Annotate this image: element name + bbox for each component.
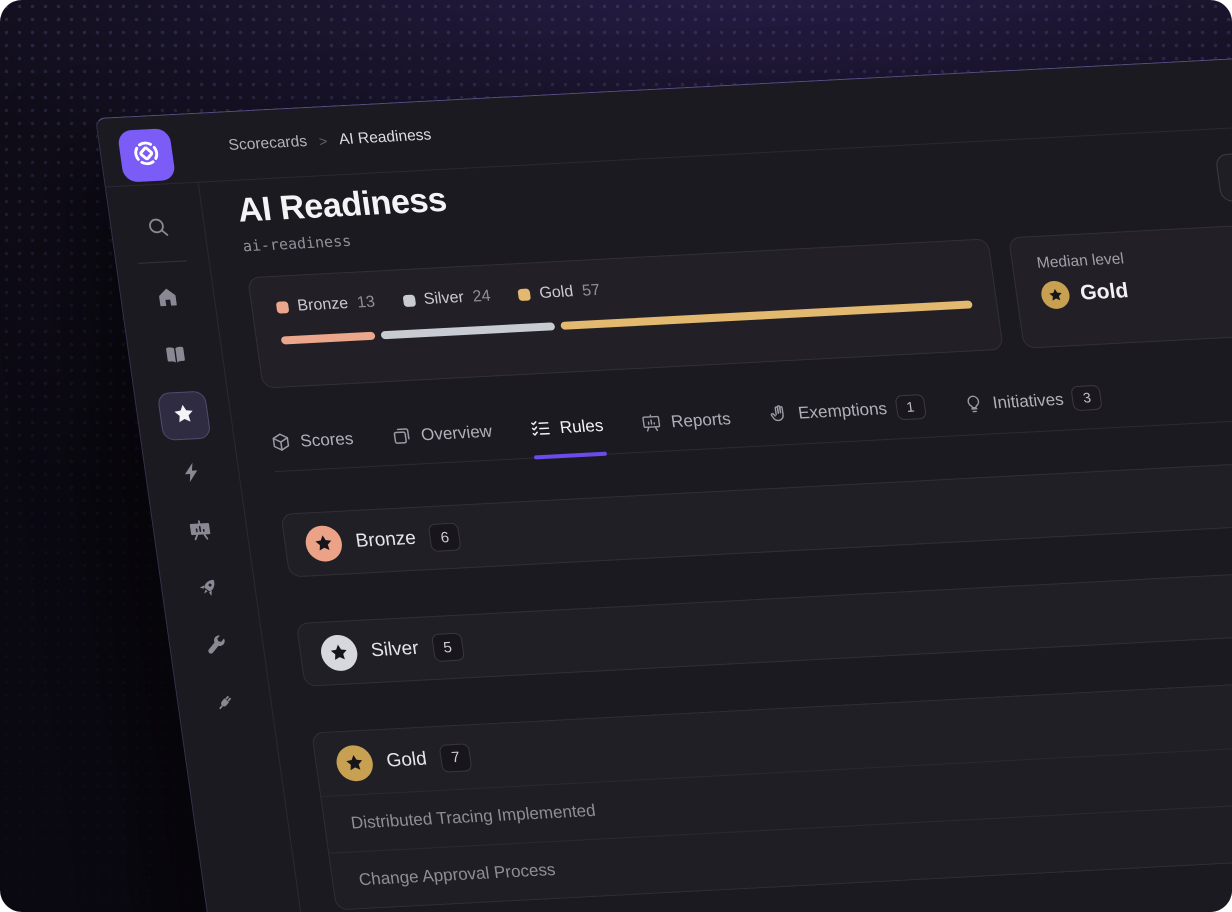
star-icon — [170, 401, 198, 431]
level-rule-count-badge: 7 — [439, 743, 473, 772]
zap-icon — [178, 459, 206, 489]
level-medal-icon — [303, 525, 344, 563]
level-medal-icon — [319, 634, 360, 672]
sidebar-item-wrench[interactable] — [190, 623, 242, 671]
gold-medal-icon — [1040, 280, 1072, 309]
bar-segment-bronze — [281, 332, 376, 345]
logo-mark-icon — [127, 135, 166, 176]
sidebar-item-zap[interactable] — [166, 450, 218, 498]
sidebar-item-star[interactable] — [157, 391, 212, 441]
tab-count-badge: 1 — [894, 394, 926, 420]
sidebar-item-book[interactable] — [150, 333, 202, 381]
legend-swatch — [518, 288, 532, 301]
main-content: AI Readiness ai-readiness Bronze 13 Silv… — [198, 108, 1232, 912]
book-icon — [162, 342, 190, 372]
level-rule-count-badge: 6 — [428, 523, 462, 552]
breadcrumb-separator-icon: > — [318, 133, 328, 149]
wrench-icon — [203, 632, 231, 662]
tab-overview[interactable]: Overview — [390, 421, 496, 465]
bar-segment-gold — [560, 300, 973, 330]
breadcrumb-section[interactable]: Scorecards — [227, 133, 308, 155]
bar-segment-silver — [381, 322, 555, 339]
search-icon — [144, 214, 172, 244]
tab-reports[interactable]: Reports — [640, 408, 735, 451]
hand-icon — [767, 403, 791, 425]
plug-icon — [211, 690, 239, 720]
breadcrumb-current: AI Readiness — [338, 126, 433, 149]
rocket-icon — [195, 575, 223, 605]
breadcrumb: Scorecards > AI Readiness — [224, 102, 436, 180]
cube-icon — [269, 431, 293, 453]
bulb-icon — [961, 393, 985, 415]
tab-rules[interactable]: Rules — [528, 415, 607, 458]
squares-icon — [390, 425, 414, 447]
median-level-label: Median level — [1036, 232, 1232, 272]
level-distribution-card: Bronze 13 Silver 24 Gold 57 — [247, 238, 1004, 388]
checklist-icon — [528, 418, 552, 440]
rules-levels-list: Bronze 6 Silver 5 Gold 7 Distributed Tra… — [280, 448, 1232, 911]
sidebar-divider — [139, 260, 187, 264]
search-button[interactable] — [132, 205, 184, 253]
marketing-backdrop: Scorecards > AI Readiness AI Readiness a… — [0, 0, 1232, 912]
sidebar-item-home[interactable] — [142, 275, 194, 323]
tab-exemptions[interactable]: Exemptions 1 — [766, 394, 929, 445]
level-rule-count-badge: 5 — [431, 633, 465, 662]
legend-item-gold: Gold 57 — [517, 282, 601, 304]
presentation-icon — [186, 517, 214, 547]
home-icon — [154, 284, 182, 314]
legend-item-bronze: Bronze 13 — [275, 294, 376, 317]
tab-initiatives[interactable]: Initiatives 3 — [961, 385, 1106, 435]
presentation-line-icon — [640, 412, 664, 434]
app-window: Scorecards > AI Readiness AI Readiness a… — [95, 39, 1232, 912]
legend-swatch — [402, 295, 416, 308]
median-level-value: Gold — [1079, 279, 1130, 305]
median-level-card: Median level Gold — [1008, 212, 1232, 348]
tab-scores[interactable]: Scores — [269, 428, 357, 471]
sidebar-item-rocket[interactable] — [182, 566, 234, 614]
tab-count-badge: 3 — [1071, 385, 1103, 411]
app-logo[interactable] — [117, 128, 176, 182]
sidebar-item-presentation[interactable] — [174, 508, 226, 556]
legend-swatch — [276, 301, 290, 314]
level-medal-icon — [334, 744, 375, 782]
sidebar-item-plug[interactable] — [199, 681, 251, 729]
legend-item-silver: Silver 24 — [402, 288, 492, 310]
